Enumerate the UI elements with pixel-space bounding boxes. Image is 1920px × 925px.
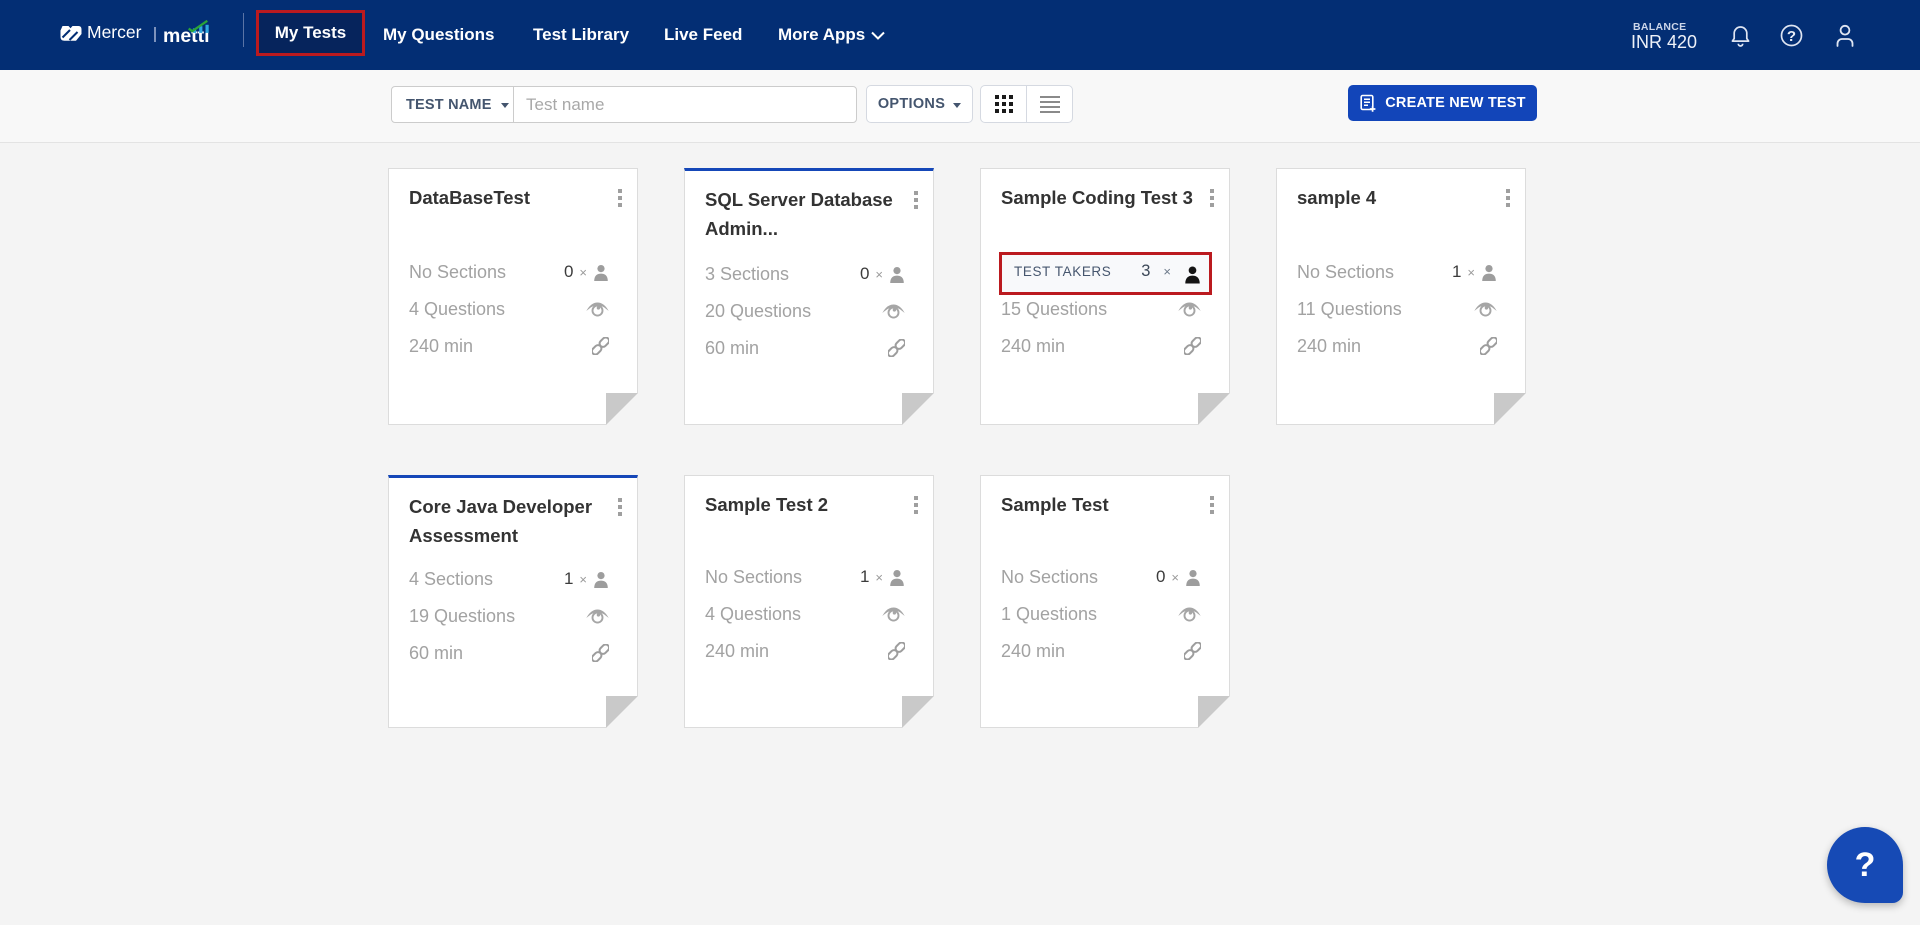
svg-text:mettl: mettl: [163, 25, 210, 47]
svg-text:?: ?: [1787, 28, 1796, 45]
